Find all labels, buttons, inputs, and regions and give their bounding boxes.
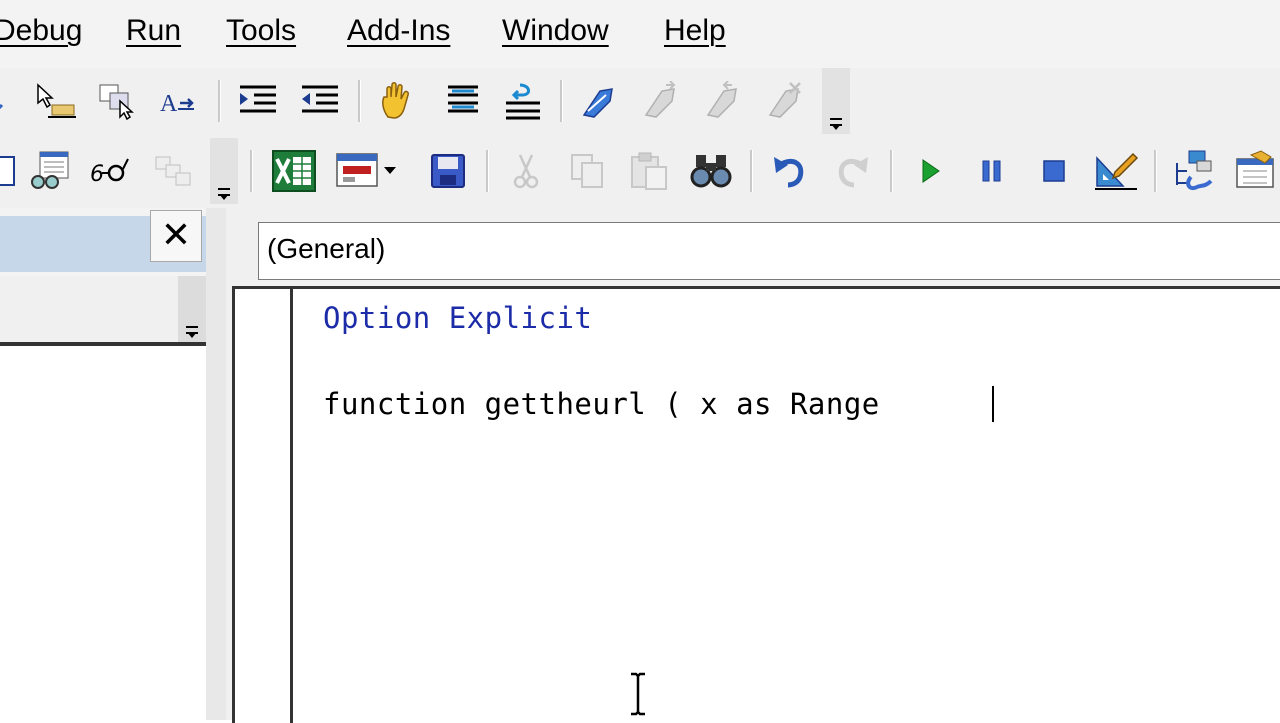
toolbar-separator [1154,150,1157,192]
clear-bookmarks-icon[interactable] [762,77,810,125]
view-code-icon[interactable] [0,147,26,195]
redo-icon[interactable] [828,147,876,195]
list-constants-icon[interactable] [32,77,80,125]
menu-window[interactable]: Window [502,14,609,48]
project-explorer-toolbar [0,276,206,346]
uncomment-block-icon[interactable] [498,77,546,125]
standard-toolbar-grip[interactable] [210,138,238,204]
toolbar-separator [750,150,753,192]
panel-toolbar-options[interactable] [178,276,206,342]
next-bookmark-icon[interactable] [638,77,686,125]
undo-icon[interactable] [766,147,814,195]
menu-bar: Debug Run Tools Add-Ins Window Help [0,0,1280,68]
panel-splitter[interactable] [206,208,226,720]
margin-indicator-bar[interactable] [235,289,293,723]
toolbar-separator [486,150,489,192]
watch-icon[interactable]: 6 [86,147,134,195]
indent-icon[interactable] [234,77,282,125]
project-explorer-panel [0,208,206,720]
svg-text:6: 6 [90,162,104,187]
code-line-option-explicit: Option Explicit [323,301,593,335]
toolbar-area: A 6 [0,68,1280,208]
ibeam-cursor-icon [631,672,645,716]
toolbar-separator [560,80,563,122]
call-stack-icon[interactable] [148,147,196,195]
standard-toolbar: 6 [0,138,1280,204]
paste-icon[interactable] [626,147,674,195]
toggle-bookmark-icon[interactable] [576,77,624,125]
close-icon: ✕ [160,215,192,256]
object-browser-icon[interactable] [26,147,74,195]
run-icon[interactable] [906,147,954,195]
insert-dropdown-arrow-icon[interactable] [378,147,402,195]
design-mode-icon[interactable] [1092,147,1140,195]
menu-tools[interactable]: Tools [226,14,296,48]
menu-run[interactable]: Run [126,14,181,48]
toolbar-separator [250,150,253,192]
comment-block-icon[interactable] [436,77,484,125]
code-window: (General) Option Explicit function getth… [226,208,1280,723]
object-combo-box[interactable]: (General) [258,222,1280,280]
cut-icon[interactable] [502,147,550,195]
menu-help[interactable]: Help [664,14,726,48]
break-icon[interactable] [968,147,1016,195]
copy-icon[interactable] [564,147,612,195]
save-icon[interactable] [424,147,472,195]
list-properties-icon[interactable] [0,77,28,125]
toolbar-separator [218,80,221,122]
toolbar-separator [358,80,361,122]
previous-bookmark-icon[interactable] [700,77,748,125]
find-icon[interactable] [688,147,736,195]
insert-userform-icon[interactable] [334,147,382,195]
code-line-function: function gettheurl ( x as Range [323,387,880,421]
project-tree[interactable] [0,346,206,720]
edit-toolbar: A [0,68,855,134]
properties-icon[interactable] [1230,147,1278,195]
code-editor[interactable]: Option Explicit function gettheurl ( x a… [232,286,1280,723]
text-caret [992,386,994,422]
reset-icon[interactable] [1030,147,1078,195]
close-panel-button[interactable]: ✕ [150,210,202,262]
toggle-breakpoint-icon[interactable] [372,77,420,125]
project-explorer-icon[interactable] [1170,147,1218,195]
menu-add-ins[interactable]: Add-Ins [347,14,450,48]
edit-toolbar-options[interactable] [822,68,850,134]
quick-info-icon[interactable] [94,77,142,125]
svg-text:A: A [160,91,178,117]
outdent-icon[interactable] [296,77,344,125]
menu-debug[interactable]: Debug [0,14,82,48]
parameter-info-icon[interactable]: A [156,77,204,125]
view-excel-icon[interactable] [270,147,318,195]
toolbar-separator [890,150,893,192]
